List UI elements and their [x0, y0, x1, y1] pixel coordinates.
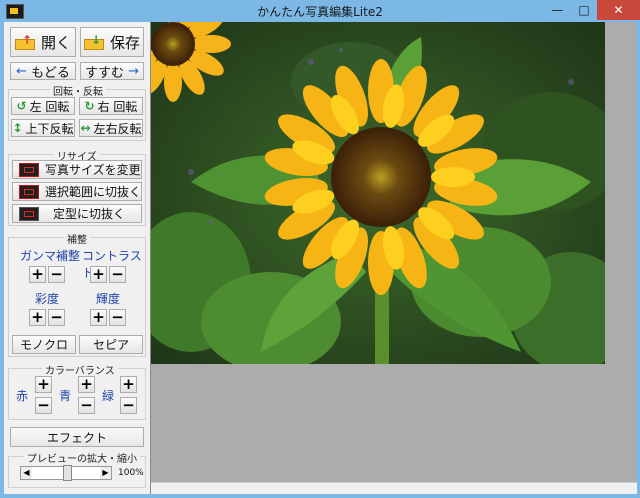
- green-plus-button[interactable]: +: [120, 376, 137, 393]
- green-minus-button[interactable]: −: [120, 397, 137, 414]
- star-shape-icon: [19, 206, 39, 221]
- flip-horizontal-label: 左右反転: [93, 121, 142, 136]
- maximize-button[interactable]: □: [571, 0, 597, 20]
- crop-shape-label: 定型に切抜く: [53, 207, 126, 221]
- resize-icon: [19, 162, 39, 177]
- tool-panel: ↑ 開く ↓ 保存 ← もどる すすむ → 回転・反転 ↺ 左 回転 ↻ 右 回転: [4, 22, 150, 494]
- rotate-group-title: 回転・反転: [50, 83, 106, 98]
- gamma-plus-button[interactable]: +: [29, 266, 46, 283]
- flip-vertical-label: 上下反転: [25, 121, 74, 136]
- blue-minus-button[interactable]: −: [78, 397, 95, 414]
- crop-selection-icon: [19, 184, 39, 199]
- crop-shape-button[interactable]: 定型に切抜く: [12, 204, 142, 223]
- minimize-button[interactable]: —: [544, 0, 571, 20]
- brightness-minus-button[interactable]: −: [109, 309, 126, 326]
- green-label: 緑: [102, 389, 115, 403]
- save-folder-icon: ↓: [83, 33, 104, 50]
- slider-left-icon[interactable]: ◀: [21, 467, 32, 479]
- redo-button[interactable]: すすむ →: [80, 62, 144, 81]
- arrow-left-icon: ←: [16, 63, 27, 79]
- change-size-button[interactable]: 写真サイズを変更: [12, 160, 142, 179]
- gamma-label: ガンマ補整: [20, 249, 81, 263]
- photo-image: [151, 22, 605, 364]
- blue-plus-button[interactable]: +: [78, 376, 95, 393]
- zoom-value: 100%: [118, 468, 144, 478]
- slider-right-icon[interactable]: ▶: [100, 467, 111, 479]
- flip-horizontal-button[interactable]: ↔ 左右反転: [79, 119, 143, 137]
- change-size-label: 写真サイズを変更: [45, 163, 141, 177]
- crop-selection-label: 選択範囲に切抜く: [45, 185, 142, 199]
- open-label: 開く: [40, 33, 71, 52]
- open-button[interactable]: ↑ 開く: [10, 27, 76, 57]
- app-window: かんたん写真編集Lite2 — □ ✕ ↑ 開く ↓ 保存 ← もどる すすむ …: [0, 0, 640, 498]
- brightness-label: 輝度: [96, 292, 121, 306]
- blue-label: 青: [59, 389, 72, 403]
- zoom-slider[interactable]: ◀ ▶: [20, 465, 112, 481]
- correction-group-title: 補整: [64, 231, 90, 246]
- red-plus-button[interactable]: +: [35, 376, 52, 393]
- red-label: 赤: [16, 389, 29, 403]
- sepia-button[interactable]: セピア: [79, 335, 143, 354]
- saturation-label: 彩度: [35, 292, 60, 306]
- title-bar: かんたん写真編集Lite2 — □ ✕: [0, 0, 640, 22]
- brightness-plus-button[interactable]: +: [90, 309, 107, 326]
- save-label: 保存: [109, 33, 140, 52]
- redo-label: すすむ: [84, 65, 124, 81]
- open-folder-icon: ↑: [14, 33, 35, 50]
- rotate-right-button[interactable]: ↻ 右 回転: [79, 97, 143, 115]
- flip-vertical-icon: ↕: [12, 121, 23, 135]
- horizontal-scrollbar[interactable]: [151, 482, 637, 494]
- contrast-minus-button[interactable]: −: [109, 266, 126, 283]
- flip-horizontal-icon: ↔: [80, 121, 91, 135]
- gamma-minus-button[interactable]: −: [48, 266, 65, 283]
- close-button[interactable]: ✕: [597, 0, 640, 20]
- contrast-plus-button[interactable]: +: [90, 266, 107, 283]
- sunflower-photo: [151, 22, 605, 364]
- saturation-minus-button[interactable]: −: [48, 309, 65, 326]
- image-viewer[interactable]: [150, 22, 637, 494]
- rotate-right-icon: ↻: [84, 99, 95, 113]
- red-minus-button[interactable]: −: [35, 397, 52, 414]
- save-button[interactable]: ↓ 保存: [80, 27, 144, 57]
- mono-button[interactable]: モノクロ: [12, 335, 76, 354]
- client-area: ↑ 開く ↓ 保存 ← もどる すすむ → 回転・反転 ↺ 左 回転 ↻ 右 回転: [4, 22, 637, 494]
- rotate-right-label: 右 回転: [97, 99, 138, 114]
- arrow-right-icon: →: [128, 63, 140, 79]
- undo-button[interactable]: ← もどる: [10, 62, 76, 81]
- rotate-left-icon: ↺: [16, 99, 27, 113]
- effect-button[interactable]: エフェクト: [10, 427, 144, 447]
- preview-group-title: プレビューの拡大・縮小: [24, 450, 140, 465]
- crop-selection-button[interactable]: 選択範囲に切抜く: [12, 182, 142, 201]
- saturation-plus-button[interactable]: +: [29, 309, 46, 326]
- slider-thumb[interactable]: [62, 465, 72, 481]
- rotate-left-button[interactable]: ↺ 左 回転: [11, 97, 75, 115]
- rotate-left-label: 左 回転: [29, 99, 70, 114]
- undo-label: もどる: [31, 65, 70, 81]
- flip-vertical-button[interactable]: ↕ 上下反転: [11, 119, 75, 137]
